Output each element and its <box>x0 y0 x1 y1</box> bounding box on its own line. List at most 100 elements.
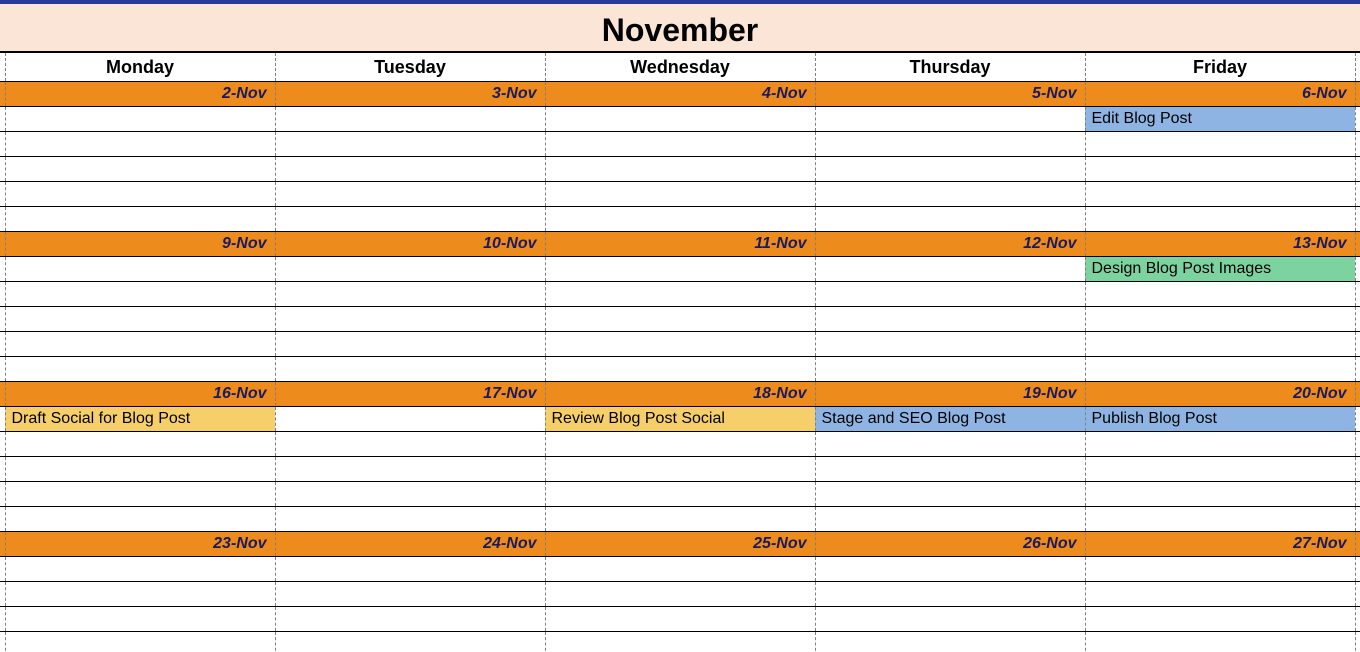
empty-slot[interactable] <box>5 207 275 232</box>
date-cell[interactable]: 26-Nov <box>815 532 1085 557</box>
empty-slot[interactable] <box>1085 332 1355 357</box>
empty-slot[interactable] <box>275 432 545 457</box>
date-cell[interactable]: 4-Nov <box>545 82 815 107</box>
empty-slot[interactable] <box>545 282 815 307</box>
empty-slot[interactable] <box>275 132 545 157</box>
date-cell[interactable]: 25-Nov <box>545 532 815 557</box>
empty-slot[interactable] <box>5 507 275 532</box>
empty-slot[interactable] <box>275 207 545 232</box>
empty-slot[interactable] <box>275 307 545 332</box>
empty-slot[interactable] <box>545 107 815 132</box>
empty-slot[interactable] <box>815 182 1085 207</box>
empty-slot[interactable] <box>815 582 1085 607</box>
empty-slot[interactable] <box>5 557 275 582</box>
empty-slot[interactable] <box>545 357 815 382</box>
date-cell[interactable]: 11-Nov <box>545 232 815 257</box>
date-cell[interactable]: 13-Nov <box>1085 232 1355 257</box>
empty-slot[interactable] <box>5 632 275 652</box>
empty-slot[interactable] <box>545 482 815 507</box>
empty-slot[interactable] <box>275 357 545 382</box>
empty-slot[interactable] <box>545 507 815 532</box>
date-cell[interactable]: 6-Nov <box>1085 82 1355 107</box>
empty-slot[interactable] <box>5 307 275 332</box>
date-cell[interactable]: 18-Nov <box>545 382 815 407</box>
empty-slot[interactable] <box>545 432 815 457</box>
empty-slot[interactable] <box>1085 432 1355 457</box>
empty-slot[interactable] <box>275 632 545 652</box>
date-cell[interactable]: 23-Nov <box>5 532 275 557</box>
date-cell[interactable]: 24-Nov <box>275 532 545 557</box>
date-cell[interactable]: 27-Nov <box>1085 532 1355 557</box>
empty-slot[interactable] <box>5 357 275 382</box>
date-cell[interactable]: 10-Nov <box>275 232 545 257</box>
empty-slot[interactable] <box>545 307 815 332</box>
empty-slot[interactable] <box>275 507 545 532</box>
empty-slot[interactable] <box>1085 307 1355 332</box>
empty-slot[interactable] <box>5 182 275 207</box>
empty-slot[interactable] <box>815 432 1085 457</box>
empty-slot[interactable] <box>815 557 1085 582</box>
empty-slot[interactable] <box>275 257 545 282</box>
empty-slot[interactable] <box>815 357 1085 382</box>
date-cell[interactable]: 20-Nov <box>1085 382 1355 407</box>
empty-slot[interactable] <box>815 282 1085 307</box>
event-cell[interactable]: Draft Social for Blog Post <box>5 407 275 432</box>
empty-slot[interactable] <box>815 257 1085 282</box>
empty-slot[interactable] <box>275 282 545 307</box>
empty-slot[interactable] <box>5 132 275 157</box>
empty-slot[interactable] <box>275 107 545 132</box>
empty-slot[interactable] <box>545 632 815 652</box>
empty-slot[interactable] <box>545 332 815 357</box>
empty-slot[interactable] <box>275 482 545 507</box>
empty-slot[interactable] <box>815 507 1085 532</box>
empty-slot[interactable] <box>275 407 545 432</box>
event-cell[interactable]: Stage and SEO Blog Post <box>815 407 1085 432</box>
empty-slot[interactable] <box>545 157 815 182</box>
event-cell[interactable]: Edit Blog Post <box>1085 107 1355 132</box>
empty-slot[interactable] <box>815 332 1085 357</box>
date-cell[interactable]: 3-Nov <box>275 82 545 107</box>
empty-slot[interactable] <box>5 607 275 632</box>
empty-slot[interactable] <box>1085 557 1355 582</box>
date-cell[interactable]: 16-Nov <box>5 382 275 407</box>
date-cell[interactable]: 12-Nov <box>815 232 1085 257</box>
empty-slot[interactable] <box>545 257 815 282</box>
empty-slot[interactable] <box>1085 182 1355 207</box>
empty-slot[interactable] <box>815 132 1085 157</box>
empty-slot[interactable] <box>5 457 275 482</box>
event-cell[interactable]: Design Blog Post Images <box>1085 257 1355 282</box>
empty-slot[interactable] <box>275 332 545 357</box>
empty-slot[interactable] <box>815 107 1085 132</box>
empty-slot[interactable] <box>275 557 545 582</box>
empty-slot[interactable] <box>815 632 1085 652</box>
date-cell[interactable]: 5-Nov <box>815 82 1085 107</box>
date-cell[interactable]: 2-Nov <box>5 82 275 107</box>
empty-slot[interactable] <box>815 207 1085 232</box>
empty-slot[interactable] <box>545 182 815 207</box>
empty-slot[interactable] <box>275 182 545 207</box>
empty-slot[interactable] <box>815 482 1085 507</box>
empty-slot[interactable] <box>1085 282 1355 307</box>
empty-slot[interactable] <box>275 157 545 182</box>
empty-slot[interactable] <box>545 607 815 632</box>
empty-slot[interactable] <box>545 207 815 232</box>
empty-slot[interactable] <box>1085 582 1355 607</box>
empty-slot[interactable] <box>1085 132 1355 157</box>
empty-slot[interactable] <box>5 582 275 607</box>
empty-slot[interactable] <box>5 432 275 457</box>
empty-slot[interactable] <box>275 457 545 482</box>
empty-slot[interactable] <box>1085 457 1355 482</box>
empty-slot[interactable] <box>275 607 545 632</box>
empty-slot[interactable] <box>5 332 275 357</box>
event-cell[interactable]: Publish Blog Post <box>1085 407 1355 432</box>
empty-slot[interactable] <box>545 557 815 582</box>
empty-slot[interactable] <box>5 282 275 307</box>
empty-slot[interactable] <box>275 582 545 607</box>
empty-slot[interactable] <box>815 307 1085 332</box>
empty-slot[interactable] <box>1085 632 1355 652</box>
date-cell[interactable]: 9-Nov <box>5 232 275 257</box>
empty-slot[interactable] <box>1085 207 1355 232</box>
empty-slot[interactable] <box>815 457 1085 482</box>
empty-slot[interactable] <box>1085 507 1355 532</box>
empty-slot[interactable] <box>5 107 275 132</box>
